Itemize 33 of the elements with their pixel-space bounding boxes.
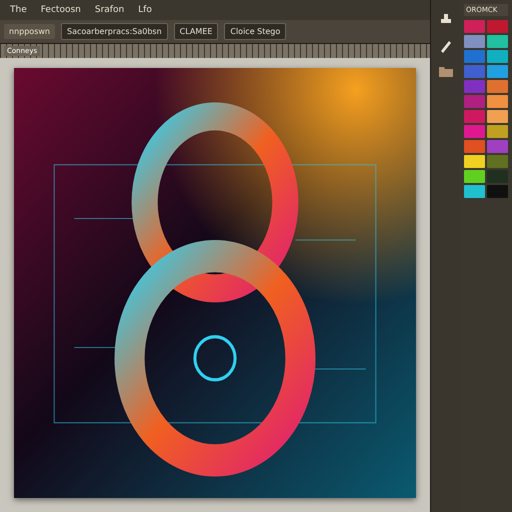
color-swatch[interactable] (464, 110, 485, 123)
folder-icon[interactable] (438, 64, 454, 78)
color-swatch[interactable] (487, 170, 508, 183)
document-tab[interactable]: nnpposwn (4, 24, 55, 39)
color-swatch[interactable] (464, 95, 485, 108)
color-swatch[interactable] (464, 155, 485, 168)
color-swatch[interactable] (487, 50, 508, 63)
color-swatch[interactable] (464, 170, 485, 183)
style-field[interactable]: Cloice Stego (224, 23, 286, 40)
mode-dropdown[interactable]: CLAMEE (174, 23, 218, 40)
color-swatch[interactable] (487, 95, 508, 108)
menu-item[interactable]: Fectoosn (40, 5, 81, 15)
color-swatch[interactable] (487, 140, 508, 153)
color-swatch[interactable] (487, 125, 508, 138)
color-swatch[interactable] (464, 35, 485, 48)
menu-item[interactable]: Lfo (138, 5, 152, 15)
color-swatch[interactable] (464, 65, 485, 78)
color-swatch[interactable] (487, 110, 508, 123)
color-swatch[interactable] (464, 20, 485, 33)
color-swatch[interactable] (464, 50, 485, 63)
color-swatch[interactable] (487, 65, 508, 78)
color-swatch[interactable] (487, 185, 508, 198)
color-swatch[interactable] (487, 35, 508, 48)
preset-field[interactable]: Sacoarberpracs:Sa0bsn (60, 23, 168, 40)
color-swatch[interactable] (487, 20, 508, 33)
color-swatch[interactable] (464, 125, 485, 138)
color-swatch[interactable] (487, 80, 508, 93)
color-swatch[interactable] (464, 140, 485, 153)
color-swatch[interactable] (487, 155, 508, 168)
menu-item[interactable]: The (10, 5, 27, 15)
color-swatch[interactable] (464, 185, 485, 198)
color-swatch[interactable] (464, 80, 485, 93)
menu-item[interactable]: Srafon (94, 5, 124, 15)
